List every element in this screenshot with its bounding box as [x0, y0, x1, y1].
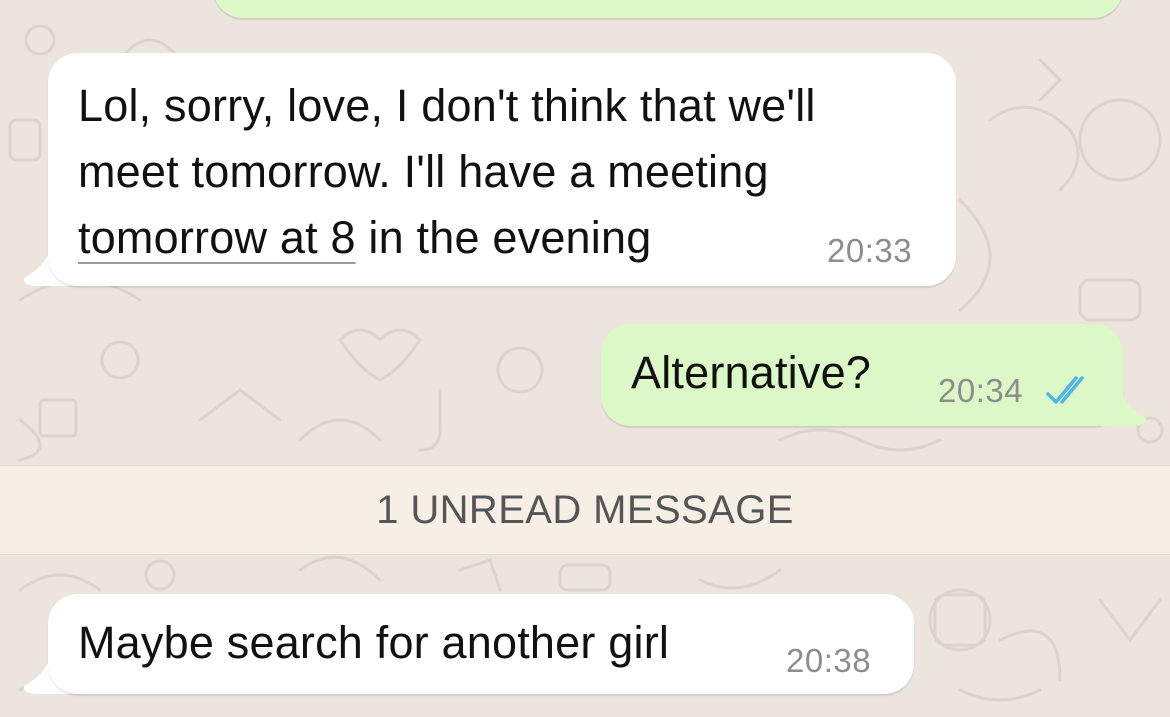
message-line: Lol, sorry, love, I don't think that we'…	[78, 80, 816, 131]
message-bubble-outgoing[interactable]: Alternative? 20:34	[601, 324, 1123, 426]
previous-outgoing-bubble[interactable]	[213, 0, 1123, 18]
message-text: Maybe search for another girl	[78, 617, 670, 668]
unread-banner-text: 1 UNREAD MESSAGE	[376, 487, 794, 532]
message-bubble-incoming[interactable]: Maybe search for another girl 20:38	[48, 594, 914, 694]
message-text: Alternative?	[631, 347, 872, 398]
message-line: tomorrow at 8 in the evening	[78, 205, 938, 271]
bubble-tail	[1100, 384, 1147, 426]
message-time: 20:34	[938, 372, 1024, 409]
message-line: meet tomorrow. I'll have a meeting	[78, 146, 769, 197]
message-bubble-incoming[interactable]: Lol, sorry, love, I don't think that we'…	[48, 53, 956, 286]
message-time: 20:38	[786, 642, 872, 679]
double-check-read-icon	[1046, 376, 1084, 404]
date-link[interactable]: tomorrow at 8	[78, 212, 356, 263]
unread-messages-banner: 1 UNREAD MESSAGE	[0, 465, 1170, 555]
message-text: Lol, sorry, love, I don't think that we'…	[78, 73, 938, 271]
message-line-text: in the evening	[355, 212, 652, 263]
message-time: 20:33	[827, 232, 913, 269]
chat-view[interactable]: Lol, sorry, love, I don't think that we'…	[0, 0, 1170, 717]
